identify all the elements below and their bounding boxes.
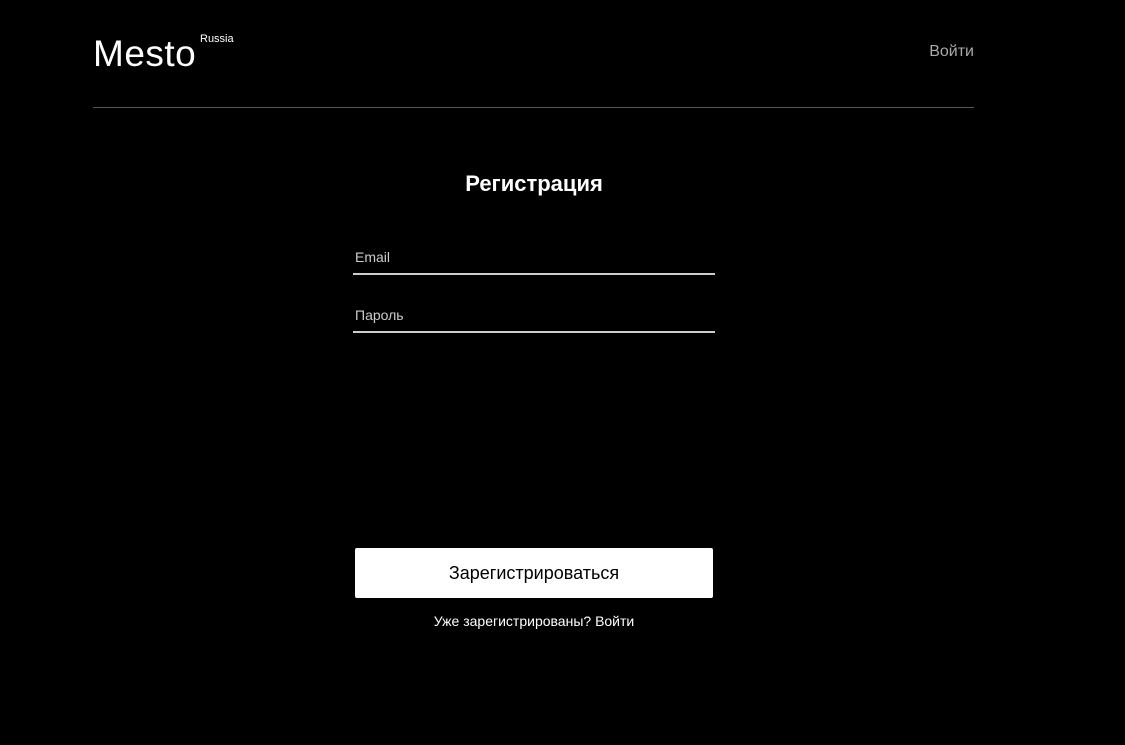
email-field-wrapper: [353, 241, 715, 275]
logo-text: Mesto: [93, 33, 197, 74]
form-title: Регистрация: [465, 171, 603, 196]
email-input[interactable]: [353, 241, 715, 273]
login-link[interactable]: Войти: [595, 613, 634, 629]
register-form: Регистрация Зарегистрироваться Уже зарег…: [353, 170, 715, 629]
register-button[interactable]: Зарегистрироваться: [355, 548, 713, 598]
login-prompt: Уже зарегистрированы? Войти: [353, 613, 715, 630]
login-prompt-text: Уже зарегистрированы?: [433, 613, 592, 629]
password-field-wrapper: [353, 299, 715, 333]
register-page: Mesto Russia Войти Регистрация Зарегистр…: [0, 0, 1125, 745]
site-header: Mesto Russia Войти: [93, 0, 974, 108]
header-login-link[interactable]: Войти: [929, 42, 974, 62]
password-input[interactable]: [353, 299, 715, 331]
logo-superscript: Russia: [200, 33, 234, 45]
